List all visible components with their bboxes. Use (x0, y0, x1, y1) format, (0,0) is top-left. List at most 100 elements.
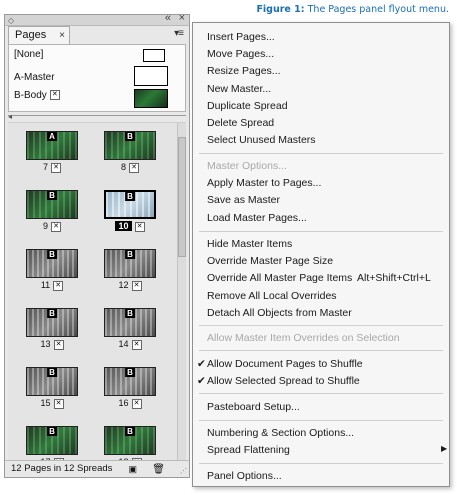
page-thumbnail[interactable]: B (104, 190, 156, 219)
page-master-letter: B (125, 250, 135, 259)
new-page-icon[interactable]: ▣ (128, 462, 137, 477)
master-b-thumbnail[interactable] (134, 89, 168, 108)
page-number: 14 (118, 339, 129, 349)
menu-item[interactable]: Panel Options... (207, 470, 282, 482)
page-master-letter: B (125, 309, 135, 318)
menu-item-label: Override All Master Page Items (207, 272, 353, 284)
menu-item[interactable]: Load Master Pages... (207, 212, 307, 224)
master-none-thumbnail[interactable] (143, 49, 165, 62)
page-master-letter: B (47, 427, 57, 436)
page-count-status: 12 Pages in 12 Spreads (11, 463, 113, 474)
page-number: 15 (40, 398, 51, 408)
page-thumbnail[interactable]: B (26, 308, 78, 337)
page-thumbnail[interactable]: B (104, 308, 156, 337)
trash-icon[interactable]: 🗑 (152, 462, 165, 477)
caption-figure-label: Figure 1: (256, 4, 305, 15)
page-thumbnail[interactable]: B (26, 249, 78, 278)
menu-item[interactable]: Spread Flattening ▶ (207, 444, 447, 456)
tab-pages[interactable]: Pages × (8, 26, 70, 44)
page-number-label: 13 ✕ (26, 339, 78, 350)
page-master-letter: B (125, 132, 135, 141)
master-a-thumbnail[interactable] (134, 66, 168, 86)
menu-separator (199, 231, 443, 232)
page-master-letter: B (47, 250, 57, 259)
menu-item-label: Save as Master (207, 194, 280, 206)
menu-item[interactable]: Apply Master to Pages... (207, 177, 321, 189)
menu-item[interactable]: Override Master Page Size (207, 255, 333, 267)
menu-item[interactable]: Select Unused Masters (207, 134, 316, 146)
page-number-label: 15 ✕ (26, 398, 78, 409)
menu-item[interactable]: Delete Spread (207, 117, 274, 129)
divider-grip-icon[interactable]: ◂ (8, 112, 12, 121)
checkmark-icon: ✔ (197, 375, 206, 387)
menu-item[interactable]: Pasteboard Setup... (207, 401, 300, 413)
menu-item-label: Load Master Pages... (207, 212, 307, 224)
figure-caption: Figure 1: The Pages panel flyout menu. (256, 4, 449, 15)
menu-item-label: Duplicate Spread (207, 100, 288, 112)
master-b-label: B-Body (14, 90, 47, 101)
master-none-label[interactable]: [None] (14, 49, 43, 60)
menu-item-label: Allow Selected Spread to Shuffle (207, 375, 360, 387)
menu-item[interactable]: Override All Master Page Items Alt+Shift+… (207, 272, 431, 284)
menu-item-label: Hide Master Items (207, 238, 293, 250)
menu-item-label: Select Unused Masters (207, 134, 316, 146)
panel-title-bar[interactable]: ◇ « × (5, 12, 189, 26)
panel-divider[interactable]: ◂ (8, 112, 186, 123)
menu-item-label: Allow Master Item Overrides on Selection (207, 332, 400, 344)
menu-item: Allow Master Item Overrides on Selection (207, 332, 400, 344)
menu-item[interactable]: Detach All Objects from Master (207, 307, 352, 319)
menu-item[interactable]: Remove All Local Overrides (207, 290, 337, 302)
master-b-row[interactable]: B-Body ✕ (14, 90, 60, 101)
collapse-panel-icon[interactable]: « (165, 12, 171, 24)
menu-item-label: Override Master Page Size (207, 255, 334, 267)
menu-separator (199, 153, 443, 154)
page-number: 11 (40, 280, 51, 290)
tab-close-icon[interactable]: × (59, 27, 65, 44)
masters-section: [None] A-Master B-Body ✕ (8, 44, 186, 112)
caption-text: The Pages panel flyout menu. (304, 4, 449, 15)
pages-scrollbar[interactable] (177, 123, 186, 463)
page-thumbnail[interactable]: B (26, 426, 78, 455)
menu-item[interactable]: Duplicate Spread (207, 100, 288, 112)
close-panel-icon[interactable]: × (179, 12, 185, 24)
menu-separator (199, 463, 443, 464)
page-number-label: 8 ✕ (104, 162, 156, 173)
menu-item[interactable]: New Master... (207, 83, 271, 95)
page-override-icon: ✕ (131, 398, 142, 409)
menu-separator (199, 393, 443, 394)
menu-item[interactable]: Move Pages... (207, 48, 274, 60)
panel-flyout-menu: Insert Pages... Move Pages... Resize Pages… (192, 22, 450, 487)
menu-item[interactable]: ✔ Allow Selected Spread to Shuffle (197, 375, 360, 387)
page-number: 9 (42, 221, 48, 231)
checkmark-icon: ✔ (197, 358, 206, 370)
menu-item[interactable]: Insert Pages... (207, 31, 275, 43)
resize-grip-icon[interactable]: ⋰ (180, 464, 187, 479)
menu-item[interactable]: ✔ Allow Document Pages to Shuffle (197, 358, 363, 370)
panel-menu-icon[interactable]: ▾≡ (174, 28, 184, 39)
submenu-arrow-icon: ▶ (441, 444, 448, 453)
menu-item-label: Allow Document Pages to Shuffle (207, 358, 363, 370)
menu-item[interactable]: Hide Master Items (207, 238, 292, 250)
page-number: 7 (42, 162, 48, 172)
menu-item-label: Insert Pages... (207, 31, 275, 43)
page-number: 12 (118, 280, 129, 290)
pages-panel: ◇ « × Pages × ▾≡ [None] A-Master B-Body ✕… (4, 12, 190, 479)
master-b-x-icon: ✕ (49, 90, 60, 101)
page-thumbnail[interactable]: A (26, 131, 78, 160)
menu-item[interactable]: Save as Master (207, 194, 280, 206)
page-thumbnail[interactable]: B (26, 190, 78, 219)
master-a-label[interactable]: A-Master (14, 72, 55, 83)
page-thumbnail[interactable]: B (104, 426, 156, 455)
panel-grip-icon[interactable]: ◇ (8, 16, 14, 25)
page-thumbnail[interactable]: B (104, 367, 156, 396)
page-number: 8 (120, 162, 126, 172)
page-thumbnail[interactable]: B (104, 131, 156, 160)
page-thumbnail[interactable]: B (104, 249, 156, 278)
menu-item-label: Delete Spread (207, 117, 275, 129)
page-thumbnail[interactable]: B (26, 367, 78, 396)
page-number-label: 12 ✕ (104, 280, 156, 291)
menu-item[interactable]: Numbering & Section Options... (207, 427, 354, 439)
menu-item[interactable]: Resize Pages... (207, 65, 281, 77)
scrollbar-thumb[interactable] (178, 137, 186, 257)
page-master-letter: B (47, 368, 57, 377)
